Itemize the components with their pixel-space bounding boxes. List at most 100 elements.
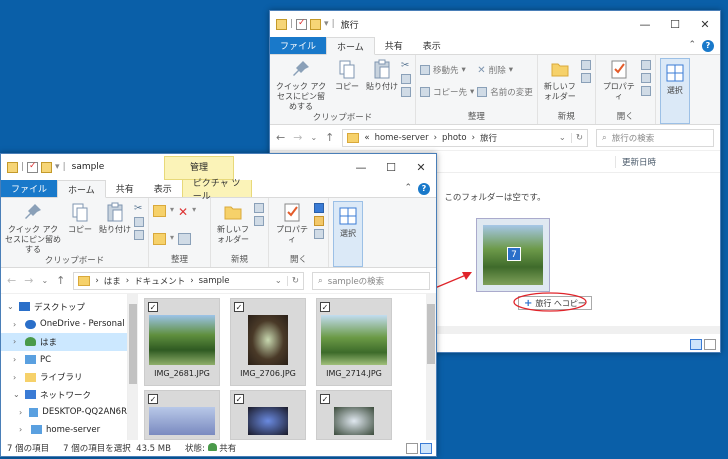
paste-shortcut-icon[interactable] (401, 87, 411, 97)
new-item-icon[interactable] (254, 203, 264, 213)
collapse-ribbon-icon[interactable]: ⌃ (404, 183, 412, 193)
tab-file[interactable]: ファイル (270, 37, 327, 54)
easy-access-icon[interactable] (580, 73, 591, 83)
tab-view[interactable]: 表示 (144, 180, 182, 197)
copy-path-icon[interactable] (134, 217, 144, 227)
copy-button[interactable]: コピー (331, 58, 363, 112)
checkbox-icon[interactable]: ✓ (148, 394, 158, 404)
large-icons-view-button[interactable] (420, 442, 432, 454)
paste-button[interactable]: 貼り付け (99, 201, 131, 255)
up-button[interactable]: ↑ (325, 131, 334, 144)
file-thumbnail[interactable]: ✓ (144, 390, 220, 440)
nav-scrollbar[interactable] (128, 294, 138, 456)
select-button[interactable]: 選択 (333, 201, 363, 267)
breadcrumb-documents[interactable]: ドキュメント (134, 275, 185, 287)
breadcrumb-sample[interactable]: sample (199, 276, 230, 286)
forward-button[interactable]: → (24, 274, 33, 287)
new-folder-quick-icon[interactable] (41, 161, 53, 173)
checkbox-icon[interactable]: ✓ (320, 302, 330, 312)
rename-icon[interactable] (178, 232, 192, 245)
new-folder-quick-icon[interactable] (310, 18, 322, 30)
search-box[interactable]: ⌕ sampleの検索 (312, 271, 430, 290)
recent-locations-button[interactable]: ⌄ (41, 276, 48, 285)
back-button[interactable]: ← (7, 274, 16, 287)
pin-quick-access-button[interactable]: クイック アクセスにピン留めする (274, 58, 328, 112)
maximize-button[interactable]: ☐ (660, 18, 690, 31)
tab-home[interactable]: ホーム (326, 37, 375, 55)
address-bar[interactable]: › はま › ドキュメント › sample ⌄ ↻ (73, 271, 304, 290)
pin-quick-access-button[interactable]: クイック アクセスにピン留めする (5, 201, 61, 255)
address-bar[interactable]: « home-server › photo › 旅行 ⌄ ↻ (342, 128, 588, 147)
open-icon[interactable] (640, 60, 651, 70)
back-button[interactable]: ← (276, 131, 285, 144)
file-thumbnail[interactable]: ✓ (316, 390, 392, 440)
checkbox-icon[interactable]: ✓ (148, 302, 158, 312)
minimize-button[interactable]: — (346, 161, 376, 174)
copy-path-icon[interactable] (401, 74, 411, 84)
cut-icon[interactable]: ✂ (134, 203, 144, 214)
breadcrumb-travel[interactable]: 旅行 (480, 132, 497, 144)
search-box[interactable]: ⌕ 旅行の検索 (596, 128, 714, 147)
forward-button[interactable]: → (293, 131, 302, 144)
tab-view[interactable]: 表示 (413, 37, 451, 54)
nav-item-pc[interactable]: › PC (1, 351, 127, 369)
minimize-button[interactable]: — (630, 18, 660, 31)
address-dropdown-icon[interactable]: ⌄ (559, 133, 566, 143)
nav-item-desktop-pc[interactable]: › DESKTOP-QQ2AN6R (1, 404, 127, 422)
address-dropdown-icon[interactable]: ⌄ (275, 276, 282, 286)
edit-icon[interactable] (314, 216, 324, 226)
history-icon[interactable] (314, 229, 324, 239)
details-view-button[interactable] (690, 338, 702, 350)
new-item-icon[interactable] (580, 60, 591, 70)
explorer-window-sample[interactable]: | ▾ | sample — ☐ ✕ 管理 ファイル ホーム 共有 表示 ピクチ… (0, 153, 437, 457)
file-list-scrollbar[interactable] (426, 294, 436, 456)
close-button[interactable]: ✕ (406, 161, 436, 174)
checkbox-icon[interactable]: ✓ (234, 302, 244, 312)
nav-item-libraries[interactable]: › ライブラリ (1, 368, 127, 386)
tab-share[interactable]: 共有 (375, 37, 413, 54)
new-folder-button[interactable]: 新しいフォルダー (215, 201, 251, 254)
breadcrumb-home-server[interactable]: home-server (375, 133, 429, 143)
cut-icon[interactable]: ✂ (401, 60, 411, 71)
checkbox-icon[interactable]: ✓ (234, 394, 244, 404)
file-thumbnail[interactable]: ✓ IMG_2706.JPG (230, 298, 306, 386)
up-button[interactable]: ↑ (56, 274, 65, 287)
nav-item-onedrive[interactable]: › OneDrive - Personal (1, 316, 127, 334)
properties-button[interactable]: プロパティ (600, 58, 638, 111)
nav-item-home-server[interactable]: › home-server (1, 421, 127, 439)
move-to-icon[interactable] (153, 205, 166, 217)
file-thumbnail[interactable]: ✓ IMG_2681.JPG (144, 298, 220, 386)
refresh-icon[interactable]: ↻ (570, 132, 583, 143)
copy-to-button[interactable]: コピー先 ▾ (420, 86, 474, 98)
tab-share[interactable]: 共有 (106, 180, 144, 197)
customize-quick-access-icon[interactable]: ▾ (324, 19, 329, 29)
properties-quick-icon[interactable] (296, 18, 308, 30)
nav-item-hama[interactable]: › はま (1, 333, 127, 351)
move-to-button[interactable]: 移動先 ▾ (420, 64, 474, 76)
delete-button[interactable]: ✕ 削除 ▾ (477, 64, 533, 77)
checkbox-icon[interactable]: ✓ (320, 394, 330, 404)
recent-locations-button[interactable]: ⌄ (310, 133, 317, 142)
collapse-ribbon-icon[interactable]: ⌃ (688, 40, 696, 50)
close-button[interactable]: ✕ (690, 18, 720, 31)
paste-button[interactable]: 貼り付け (366, 58, 398, 112)
paste-shortcut-icon[interactable] (134, 230, 144, 240)
details-view-button[interactable] (406, 442, 418, 454)
properties-button[interactable]: プロパティ (273, 201, 311, 254)
rename-button[interactable]: 名前の変更 (477, 86, 533, 98)
refresh-icon[interactable]: ↻ (286, 275, 299, 286)
column-modified[interactable]: 更新日時 (615, 155, 656, 168)
maximize-button[interactable]: ☐ (376, 161, 406, 174)
help-icon[interactable]: ? (418, 183, 430, 195)
breadcrumb-hama[interactable]: はま (104, 275, 121, 287)
copy-button[interactable]: コピー (64, 201, 96, 255)
column-name[interactable]: 前 (420, 156, 615, 168)
file-thumbnail[interactable]: ✓ IMG_2714.JPG (316, 298, 392, 386)
select-button[interactable]: 選択 (659, 58, 690, 124)
nav-item-network[interactable]: ⌄ ネットワーク (1, 386, 127, 404)
help-icon[interactable]: ? (702, 40, 714, 52)
tab-picture-tools[interactable]: ピクチャ ツール (181, 179, 252, 202)
file-thumbnail[interactable]: ✓ (230, 390, 306, 440)
easy-access-icon[interactable] (254, 216, 264, 226)
properties-quick-icon[interactable] (27, 161, 39, 173)
